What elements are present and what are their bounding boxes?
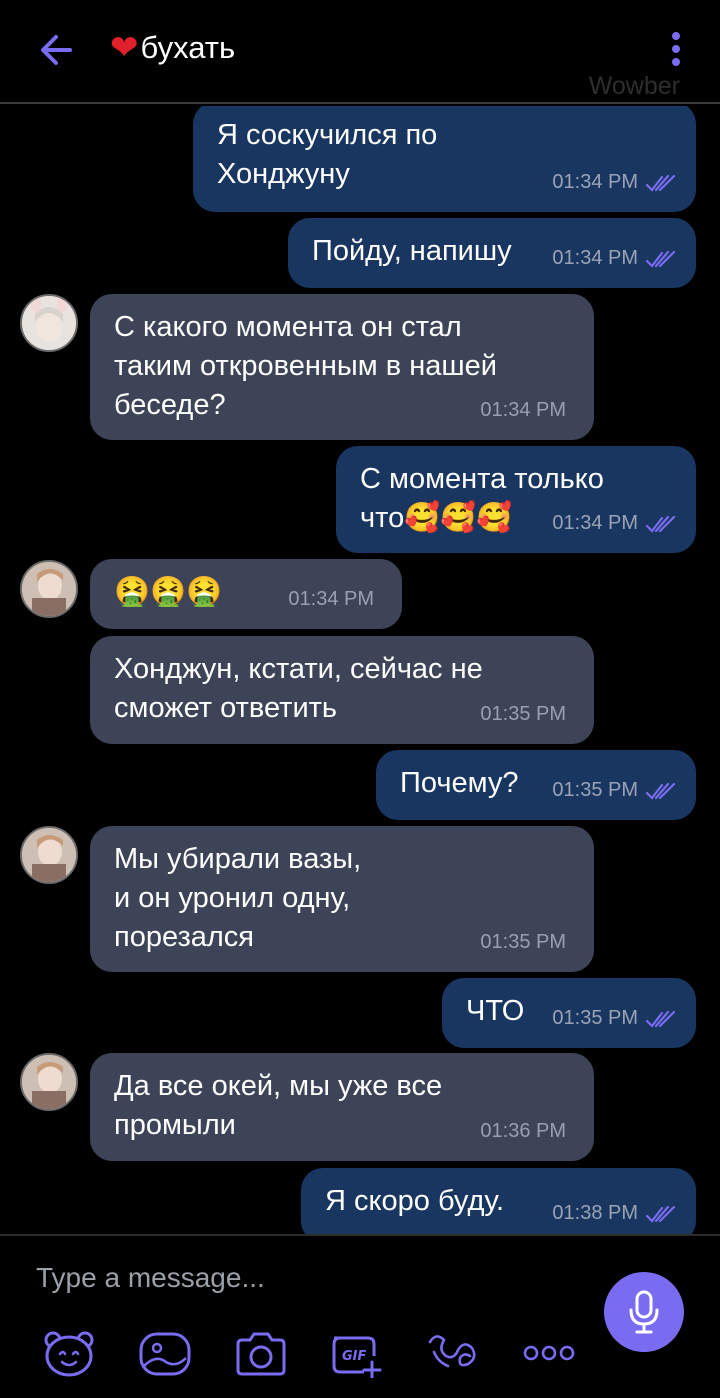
message-meta: 01:34 PM bbox=[552, 504, 676, 543]
double-check-icon bbox=[646, 1010, 676, 1028]
message-bubble-incoming[interactable]: Хонджун, кстати, сейчас не сможет ответи… bbox=[90, 636, 594, 744]
message-time: 01:35 PM bbox=[480, 703, 566, 725]
mic-icon bbox=[629, 1290, 659, 1334]
more-horiz-icon[interactable] bbox=[520, 1328, 578, 1378]
message-meta: 01:34 PM bbox=[552, 163, 676, 202]
message-time: 01:34 PM bbox=[552, 247, 638, 269]
heart-icon: ❤ bbox=[110, 29, 139, 67]
message-bubble-incoming[interactable]: С какого момента он стал таким откровенн… bbox=[90, 294, 594, 440]
avatar[interactable] bbox=[20, 294, 78, 352]
message-meta: 01:35 PM bbox=[552, 999, 676, 1038]
message-meta: 01:34 PM bbox=[288, 580, 374, 619]
double-check-icon bbox=[646, 250, 676, 268]
message-meta: 01:35 PM bbox=[480, 923, 566, 962]
message-bubble-outgoing[interactable]: Почему? 01:35 PM bbox=[376, 750, 696, 820]
mic-button[interactable] bbox=[604, 1272, 684, 1352]
message-bubble-outgoing[interactable]: Я соскучился по Хонджуну 01:34 PM bbox=[193, 106, 696, 212]
message-time: 01:36 PM bbox=[480, 1120, 566, 1142]
message-bubble-outgoing[interactable]: Пойду, напишу 01:34 PM bbox=[288, 218, 696, 288]
message-time: 01:34 PM bbox=[480, 399, 566, 421]
svg-text:GIF: GIF bbox=[342, 1349, 367, 1364]
message-bubble-incoming[interactable]: Да все окей, мы уже все промыли 01:36 PM bbox=[90, 1053, 594, 1161]
message-meta: 01:36 PM bbox=[480, 1112, 566, 1151]
message-meta: 01:34 PM bbox=[480, 391, 566, 430]
chat-title-text: бухать bbox=[140, 30, 236, 65]
chat-title[interactable]: ❤ бухать bbox=[110, 30, 235, 66]
message-meta: 01:35 PM bbox=[480, 695, 566, 734]
doodle-icon[interactable] bbox=[424, 1328, 482, 1378]
avatar[interactable] bbox=[20, 560, 78, 618]
message-input[interactable]: Type a message... bbox=[36, 1262, 265, 1294]
back-arrow-icon[interactable] bbox=[34, 28, 78, 72]
message-time: 01:34 PM bbox=[552, 512, 638, 534]
double-check-icon bbox=[646, 782, 676, 800]
avatar[interactable] bbox=[20, 826, 78, 884]
message-meta: 01:34 PM bbox=[552, 239, 676, 278]
gallery-icon[interactable] bbox=[136, 1328, 194, 1378]
message-bubble-incoming[interactable]: Мы убирали вазы, и он уронил одну, порез… bbox=[90, 826, 594, 972]
avatar[interactable] bbox=[20, 1053, 78, 1111]
watermark: Wowber bbox=[588, 72, 680, 100]
header-divider bbox=[0, 102, 720, 104]
composer-toolbar: GIF bbox=[0, 1320, 600, 1380]
composer: Type a message... GIF bbox=[0, 1234, 720, 1398]
message-time: 01:35 PM bbox=[552, 1007, 638, 1029]
sticker-icon[interactable] bbox=[40, 1328, 98, 1378]
gif-icon[interactable]: GIF bbox=[326, 1328, 384, 1378]
message-time: 01:35 PM bbox=[480, 931, 566, 953]
message-bubble-incoming[interactable]: 🤮🤮🤮 01:34 PM bbox=[90, 559, 402, 629]
message-bubble-outgoing[interactable]: С момента только что🥰🥰🥰 01:34 PM bbox=[336, 446, 696, 553]
message-meta: 01:35 PM bbox=[552, 771, 676, 810]
message-meta: 01:38 PM bbox=[552, 1194, 676, 1233]
double-check-icon bbox=[646, 1205, 676, 1223]
message-bubble-outgoing[interactable]: ЧТО 01:35 PM bbox=[442, 978, 696, 1048]
double-check-icon bbox=[646, 515, 676, 533]
message-time: 01:35 PM bbox=[552, 779, 638, 801]
message-bubble-outgoing[interactable]: Я скоро буду. 01:38 PM bbox=[301, 1168, 696, 1234]
message-list[interactable]: Я соскучился по Хонджуну 01:34 PM Пойду,… bbox=[0, 106, 720, 1234]
camera-icon[interactable] bbox=[232, 1328, 290, 1378]
double-check-icon bbox=[646, 174, 676, 192]
chat-header: ❤ бухать Wowber bbox=[0, 0, 720, 104]
message-time: 01:34 PM bbox=[552, 171, 638, 193]
message-time: 01:38 PM bbox=[552, 1202, 638, 1224]
message-time: 01:34 PM bbox=[288, 588, 374, 610]
